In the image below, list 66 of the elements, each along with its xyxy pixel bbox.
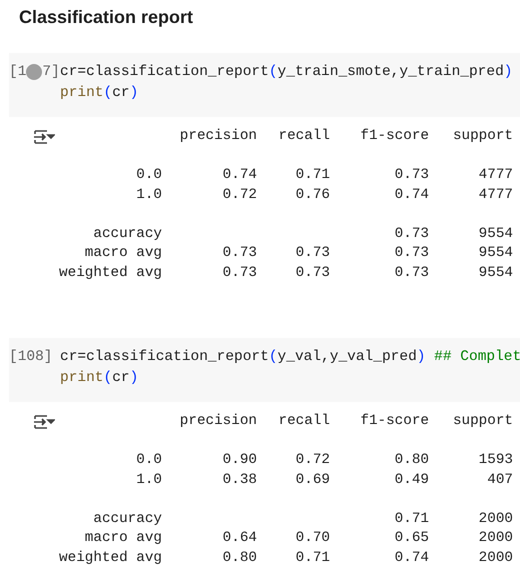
table-cell-text: 0.73 (394, 264, 429, 282)
table-cell-text: 4777 (478, 166, 513, 185)
code-cell[interactable]: [1 7]cr=classification_report(y_train_smote,y_train_pred) print(cr) (9, 53, 520, 117)
code-line: cr=classification_report(y_val,y_val_pred) ## Complet (60, 348, 520, 367)
table-cell-text: 0.73 (394, 224, 429, 244)
table-cell-text: 0.71 (294, 548, 330, 565)
table-cell-text: 2000 (478, 510, 513, 528)
row-label: macro avg (84, 529, 162, 548)
column-header: support (452, 412, 513, 431)
code-line: print(cr) (60, 84, 140, 103)
row-label: weighted avg (58, 264, 162, 282)
table-cell-text: 0.49 (394, 470, 429, 490)
table-cell-text: 0.64 (222, 529, 257, 548)
table-cell-text: 9554 (478, 264, 513, 282)
table-cell-text: 0.73 (222, 264, 257, 282)
column-header: precision (178, 127, 257, 146)
output-toggle-icon[interactable] (33, 414, 55, 430)
table-cell-text: 0.74 (394, 186, 429, 204)
table-cell-text: 0.71 (294, 166, 330, 185)
column-header: precision (178, 412, 257, 431)
table-cell-text: 0.90 (222, 451, 257, 470)
column-header: f1-score (359, 412, 429, 431)
section-title: Classification report (19, 6, 194, 29)
row-label: 0.0 (135, 166, 162, 185)
table-cell-text: 0.71 (394, 510, 429, 528)
code-line: cr=classification_report(y_train_smote,y_train_pred) (60, 63, 512, 82)
table-cell-text: 0.38 (222, 470, 257, 490)
row-label: 0.0 (135, 451, 162, 470)
column-header: f1-score (359, 127, 429, 146)
table-cell-text: 0.73 (294, 244, 330, 263)
row-label: 1.0 (135, 470, 162, 490)
table-cell-text: 407 (486, 470, 513, 490)
row-label: weighted avg (58, 548, 162, 565)
table-cell-text: 0.65 (394, 529, 429, 548)
row-label: macro avg (84, 244, 162, 263)
row-label: accuracy (92, 510, 162, 528)
code-line: print(cr) (60, 369, 140, 388)
table-cell-text: 9554 (478, 244, 513, 263)
table-cell-text: 0.74 (394, 548, 429, 565)
table-cell-text: 0.72 (222, 186, 257, 204)
table-cell-text: 0.73 (294, 264, 330, 282)
table-cell-text: 4777 (478, 186, 513, 204)
table-cell-text: 0.80 (394, 451, 429, 470)
table-cell-text: 0.72 (294, 451, 330, 470)
execution-count: [108] (9, 348, 53, 367)
table-cell-text: 0.73 (394, 244, 429, 263)
execution-count: 7] (42, 63, 60, 82)
table-cell-text: 1593 (478, 451, 513, 470)
code-cell[interactable]: [108] cr=classification_report(y_val,y_val_pred) ## Complet print(cr) (9, 338, 520, 402)
row-label: 1.0 (135, 186, 162, 204)
execution-count: [1 (9, 63, 26, 82)
table-cell-text: 2000 (478, 529, 513, 548)
table-cell-text: 0.76 (294, 186, 330, 204)
table-cell-text: 0.69 (294, 470, 330, 490)
column-header: recall (278, 412, 330, 431)
table-cell-text: 0.80 (222, 548, 257, 565)
column-header: support (452, 127, 513, 146)
table-cell-text: 0.73 (394, 166, 429, 185)
table-cell-text: 0.70 (294, 529, 330, 548)
column-header: recall (278, 127, 330, 146)
table-cell-text: 2000 (478, 548, 513, 565)
table-cell-text: 9554 (478, 224, 513, 244)
output-toggle-icon[interactable] (33, 129, 55, 145)
row-label: accuracy (92, 224, 162, 244)
table-cell-text: 0.74 (222, 166, 257, 185)
table-cell-text: 0.73 (222, 244, 257, 263)
